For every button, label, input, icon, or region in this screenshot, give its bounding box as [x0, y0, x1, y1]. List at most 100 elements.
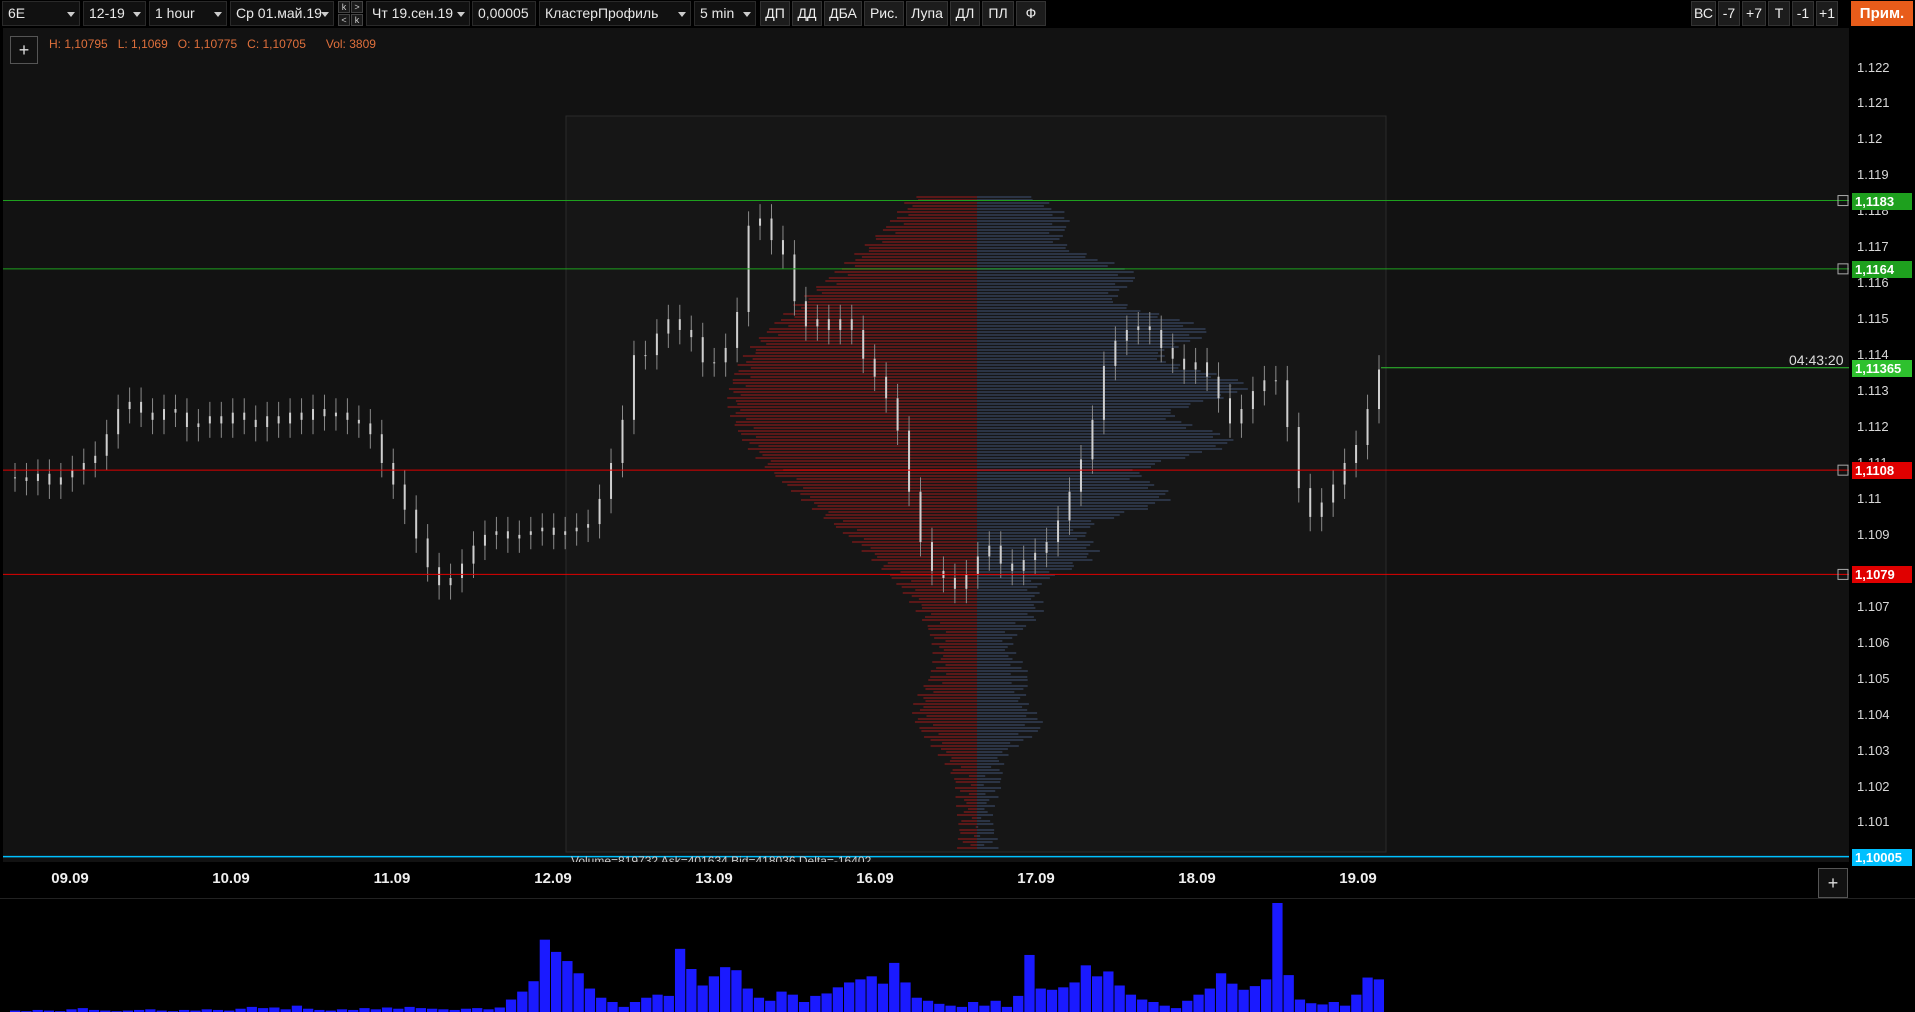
- bid-bar: [977, 835, 981, 837]
- symbol-select[interactable]: 6E: [2, 1, 80, 26]
- pl-button[interactable]: ПЛ: [982, 1, 1014, 26]
- candle-body: [380, 434, 383, 463]
- chart-type-select[interactable]: КластерПрофиль: [539, 1, 691, 26]
- ask-bar: [735, 421, 977, 423]
- volume-pane[interactable]: [0, 898, 1915, 1012]
- time-axis[interactable]: 09.09 10.09 11.09 12.09 13.09 16.09 17.09 18.09…: [0, 862, 1849, 892]
- minus1-button[interactable]: -1: [1792, 1, 1814, 26]
- bid-bar: [977, 829, 995, 831]
- ask-bar: [922, 619, 977, 621]
- t-button[interactable]: T: [1768, 1, 1790, 26]
- ask-bar: [960, 832, 977, 834]
- candle-body: [140, 401, 143, 413]
- ask-bar: [750, 367, 977, 369]
- volume-bar: [753, 997, 765, 1012]
- dba-button[interactable]: ДБА: [824, 1, 862, 26]
- plus1-button[interactable]: +1: [1816, 1, 1838, 26]
- bid-bar: [977, 643, 1014, 645]
- candle-body: [793, 254, 796, 302]
- cluster-tf-select[interactable]: 5 min: [694, 1, 756, 26]
- date-to-select[interactable]: Чт 19.сен.19: [366, 1, 470, 26]
- minus7-button[interactable]: -7: [1718, 1, 1740, 26]
- date-from-select[interactable]: Ср 01.май.19: [230, 1, 334, 26]
- level-label[interactable]: 1,1108: [1852, 462, 1912, 480]
- level-label[interactable]: 1,1183: [1852, 192, 1912, 210]
- timeframe-select[interactable]: 1 hour: [149, 1, 227, 26]
- mini-button-4[interactable]: k: [351, 14, 363, 26]
- bid-bar: [977, 292, 1109, 294]
- x-tick-label: 18.09: [1178, 870, 1216, 887]
- contract-select[interactable]: 12-19: [83, 1, 146, 26]
- candle-body: [323, 409, 326, 417]
- bid-bar: [977, 460, 1162, 462]
- volume-bar: [1080, 965, 1091, 1012]
- candle-body: [289, 412, 292, 424]
- level-label[interactable]: 1,1164: [1852, 260, 1912, 278]
- ask-bar: [931, 643, 977, 645]
- x-tick-label: 09.09: [51, 870, 89, 887]
- ask-bar: [746, 418, 977, 420]
- bid-bar: [977, 376, 1211, 378]
- price-plot[interactable]: + H: 1,10795 L: 1,1069 O: 1,10775 C: 1,1070…: [3, 28, 1849, 868]
- mini-button-1[interactable]: k: [338, 1, 350, 13]
- x-tick-label: 12.09: [534, 870, 572, 887]
- ask-bar: [750, 376, 977, 378]
- ask-bar: [811, 508, 977, 510]
- candle-body: [770, 218, 773, 241]
- bid-bar: [977, 517, 1115, 519]
- dd-button[interactable]: ДД: [792, 1, 822, 26]
- bid-bar: [977, 286, 1128, 288]
- ask-bar: [960, 790, 977, 792]
- candle-body: [1022, 560, 1025, 571]
- mini-button-2[interactable]: >: [351, 1, 363, 13]
- ask-bar: [864, 244, 977, 246]
- ask-bar: [966, 802, 977, 804]
- plus7-button[interactable]: +7: [1742, 1, 1766, 26]
- dp-button[interactable]: ДП: [760, 1, 790, 26]
- candle-body: [1171, 347, 1174, 359]
- tick-size-input[interactable]: 0,00005: [472, 1, 536, 26]
- volume-bar: [1159, 1005, 1170, 1012]
- ask-bar: [932, 652, 977, 654]
- bid-bar: [977, 400, 1204, 402]
- candle-body: [231, 412, 234, 424]
- magnifier-button[interactable]: Лупа: [906, 1, 948, 26]
- ask-bar: [929, 634, 977, 636]
- candle-body: [1309, 488, 1312, 517]
- candle-body: [1091, 419, 1094, 460]
- draw-button[interactable]: Рис.: [864, 1, 904, 26]
- bid-bar: [977, 742, 1011, 744]
- volume-bar: [742, 988, 753, 1012]
- bid-bar: [977, 205, 1044, 207]
- candle-body: [483, 534, 486, 546]
- candle-body: [506, 531, 509, 539]
- ask-bar: [856, 529, 977, 531]
- x-tick-label: 16.09: [856, 870, 894, 887]
- dl-button[interactable]: ДЛ: [950, 1, 980, 26]
- candle-body: [862, 329, 865, 359]
- bid-bar: [977, 781, 1001, 783]
- notes-button[interactable]: Прим.: [1851, 1, 1913, 26]
- bid-bar: [977, 796, 999, 798]
- candle-body: [1343, 462, 1346, 485]
- bc-button[interactable]: ВС: [1691, 1, 1716, 26]
- price-axis[interactable]: 1.1011.1021.1031.1041.1051.1061.1071.108…: [1849, 28, 1915, 898]
- f-button[interactable]: Ф: [1016, 1, 1046, 26]
- bid-bar: [977, 208, 1052, 210]
- candle-body: [208, 416, 211, 424]
- chevron-down-icon: [67, 12, 75, 17]
- add-pane-button[interactable]: +: [1818, 868, 1848, 898]
- volume-bar: [1058, 987, 1069, 1012]
- bid-bar: [977, 253, 1087, 255]
- mini-button-3[interactable]: <: [338, 14, 350, 26]
- level-label[interactable]: 1,1079: [1852, 566, 1912, 584]
- volume-bar: [889, 962, 900, 1012]
- bid-bar: [977, 847, 999, 849]
- volume-bar: [1069, 982, 1080, 1012]
- bid-bar: [977, 700, 1019, 702]
- add-indicator-button[interactable]: +: [10, 36, 38, 64]
- ask-bar: [886, 226, 977, 228]
- main-chart: + H: 1,10795 L: 1,1069 O: 1,10775 C: 1,1070…: [0, 28, 1915, 898]
- bid-bar: [977, 688, 1024, 690]
- ask-bar: [922, 607, 977, 609]
